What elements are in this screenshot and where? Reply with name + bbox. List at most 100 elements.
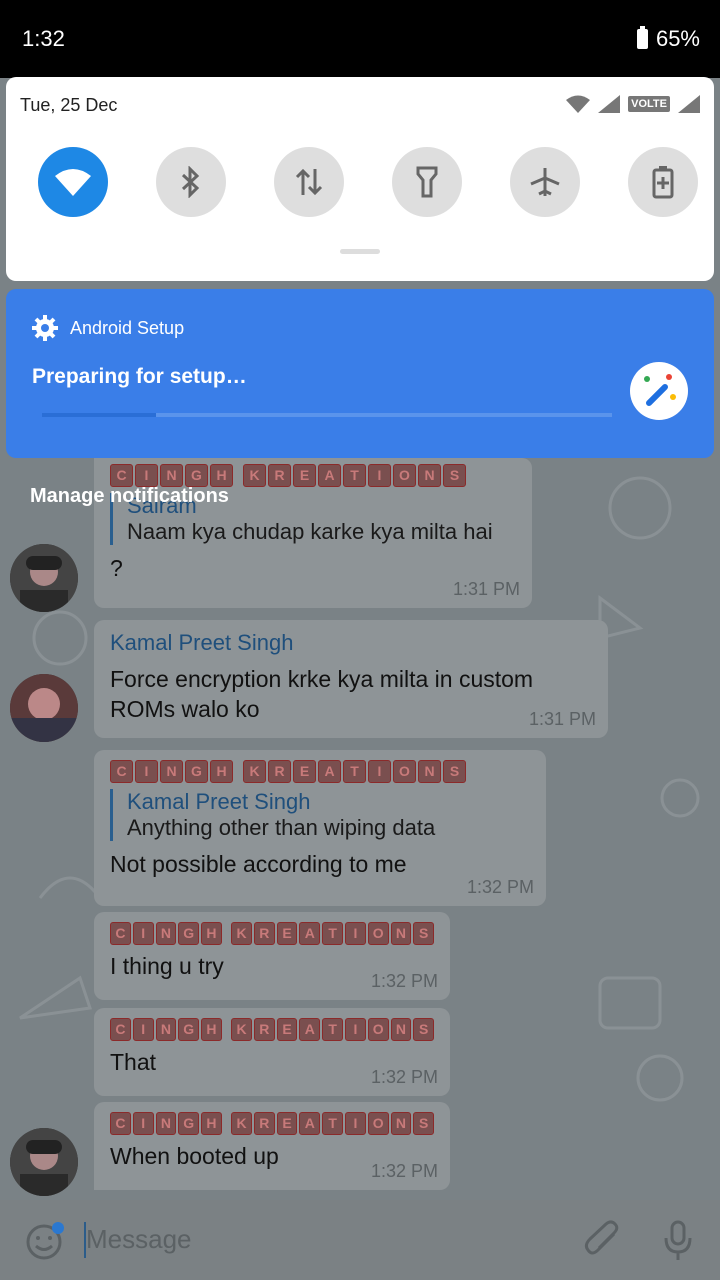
airplane-mode-tile[interactable] bbox=[510, 147, 580, 217]
qs-date: Tue, 25 Dec bbox=[20, 95, 118, 115]
tag-letter bbox=[224, 922, 229, 943]
flashlight-icon bbox=[416, 166, 438, 198]
mobile-data-tile[interactable] bbox=[274, 147, 344, 217]
tag-letter: K bbox=[243, 760, 266, 783]
bluetooth-icon bbox=[181, 166, 200, 198]
message-text: Not possible according to me bbox=[110, 851, 407, 877]
avatar[interactable] bbox=[10, 1128, 78, 1196]
tag-letter: T bbox=[343, 464, 366, 487]
battery-percent: 65% bbox=[655, 26, 700, 51]
tag-letter: I bbox=[132, 922, 154, 945]
tag-letter: I bbox=[345, 922, 366, 945]
sender-tag-cingh-kreations: CINGHKREATIONS bbox=[110, 1112, 435, 1135]
tag-letter: S bbox=[443, 464, 466, 487]
battery-saver-tile[interactable] bbox=[628, 147, 698, 217]
avatar[interactable] bbox=[10, 544, 78, 612]
reply-text: Anything other than wiping data bbox=[127, 815, 436, 840]
avatar-image bbox=[10, 1128, 78, 1196]
tag-letter: H bbox=[210, 464, 233, 487]
tag-letter: T bbox=[322, 922, 344, 945]
qs-drag-handle[interactable] bbox=[340, 249, 380, 254]
tag-letter: R bbox=[253, 922, 275, 945]
microphone-icon[interactable] bbox=[662, 1220, 694, 1262]
message-time: 1:32 PM bbox=[466, 877, 534, 897]
gear-icon bbox=[32, 315, 58, 341]
tag-letter: H bbox=[201, 922, 222, 945]
tag-letter: I bbox=[132, 1018, 154, 1041]
tag-letter bbox=[224, 1112, 229, 1133]
cell-signal-icon bbox=[598, 95, 621, 113]
tag-letter: S bbox=[413, 922, 435, 945]
notification-header: Android Setup bbox=[32, 315, 184, 341]
notification-app-name: Android Setup bbox=[70, 317, 185, 338]
message-time: 1:31 PM bbox=[452, 579, 520, 599]
tag-letter: I bbox=[132, 1112, 154, 1135]
status-time: 1:32 bbox=[22, 26, 65, 51]
setup-notification[interactable]: Android Setup Preparing for setup… bbox=[6, 289, 714, 458]
tag-letter: E bbox=[276, 1112, 298, 1135]
tag-letter: N bbox=[390, 922, 412, 945]
tag-letter: A bbox=[299, 1112, 321, 1135]
message-time: 1:32 PM bbox=[370, 971, 438, 991]
emoji-icon[interactable] bbox=[24, 1222, 64, 1262]
tag-letter: T bbox=[322, 1018, 344, 1041]
tag-letter: H bbox=[201, 1018, 222, 1041]
tag-letter: N bbox=[418, 760, 441, 783]
tag-letter: S bbox=[413, 1018, 435, 1041]
tag-letter bbox=[224, 1018, 229, 1039]
sender-tag-cingh-kreations: CINGHKREATIONS bbox=[110, 760, 530, 783]
message-bubble[interactable]: CINGHKREATIONS Sairam Naam kya chudap ka… bbox=[94, 458, 532, 608]
tag-letter: K bbox=[243, 464, 266, 487]
notification-message: Preparing for setup… bbox=[32, 365, 247, 388]
tag-letter: G bbox=[185, 760, 208, 783]
tag-letter: R bbox=[268, 464, 291, 487]
quick-settings-panel: Tue, 25 Dec VOLTE bbox=[6, 77, 714, 281]
tag-letter: E bbox=[293, 464, 316, 487]
tag-letter bbox=[235, 760, 241, 781]
qs-system-icons: VOLTE bbox=[566, 95, 700, 113]
airplane-icon bbox=[530, 168, 560, 196]
magic-wand-icon bbox=[644, 374, 676, 406]
wifi-icon bbox=[55, 169, 91, 196]
tag-letter: N bbox=[390, 1018, 412, 1041]
tag-letter: K bbox=[231, 1112, 252, 1135]
message-input[interactable]: Message bbox=[86, 1224, 192, 1255]
flashlight-tile[interactable] bbox=[392, 147, 462, 217]
tag-letter: E bbox=[276, 1018, 298, 1041]
message-bubble[interactable]: CINGHKREATIONS I thing u try 1:32 PM bbox=[94, 912, 450, 1000]
bluetooth-tile[interactable] bbox=[156, 147, 226, 217]
tag-letter: H bbox=[201, 1112, 222, 1135]
sender-tag-cingh-kreations: CINGHKREATIONS bbox=[110, 464, 516, 487]
tag-letter: O bbox=[367, 1018, 389, 1041]
tag-letter: S bbox=[413, 1112, 435, 1135]
battery-icon bbox=[636, 26, 648, 49]
tag-letter: C bbox=[110, 1112, 131, 1135]
tag-letter: N bbox=[155, 922, 177, 945]
reply-sender: Kamal Preet Singh bbox=[127, 789, 311, 814]
message-bubble[interactable]: CINGHKREATIONS When booted up 1:32 PM bbox=[94, 1102, 450, 1190]
message-time: 1:31 PM bbox=[528, 709, 596, 729]
reply-quote[interactable]: Kamal Preet Singh Anything other than wi… bbox=[110, 789, 530, 841]
message-bubble[interactable]: Kamal Preet Singh Force encryption krke … bbox=[94, 620, 608, 738]
tag-letter: G bbox=[178, 1018, 200, 1041]
tag-letter: C bbox=[110, 1018, 131, 1041]
tag-letter: O bbox=[393, 464, 416, 487]
progress-fill bbox=[42, 413, 156, 417]
tag-letter bbox=[235, 464, 241, 485]
tag-letter: C bbox=[110, 464, 133, 487]
avatar-image bbox=[10, 544, 78, 612]
tag-letter: A bbox=[299, 922, 321, 945]
message-bubble[interactable]: CINGHKREATIONS That 1:32 PM bbox=[94, 1008, 450, 1096]
manage-notifications-link[interactable]: Manage notifications bbox=[30, 485, 229, 508]
tag-letter: N bbox=[160, 464, 183, 487]
tag-letter: O bbox=[393, 760, 416, 783]
attach-icon[interactable] bbox=[584, 1220, 624, 1260]
wifi-tile[interactable] bbox=[38, 147, 108, 217]
setup-progress-bar bbox=[42, 413, 612, 417]
tag-letter: O bbox=[367, 922, 389, 945]
tag-letter: I bbox=[368, 760, 391, 783]
avatar[interactable] bbox=[10, 674, 78, 742]
message-bubble[interactable]: CINGHKREATIONS Kamal Preet Singh Anythin… bbox=[94, 750, 546, 906]
tag-letter: N bbox=[390, 1112, 412, 1135]
tag-letter: C bbox=[110, 760, 133, 783]
